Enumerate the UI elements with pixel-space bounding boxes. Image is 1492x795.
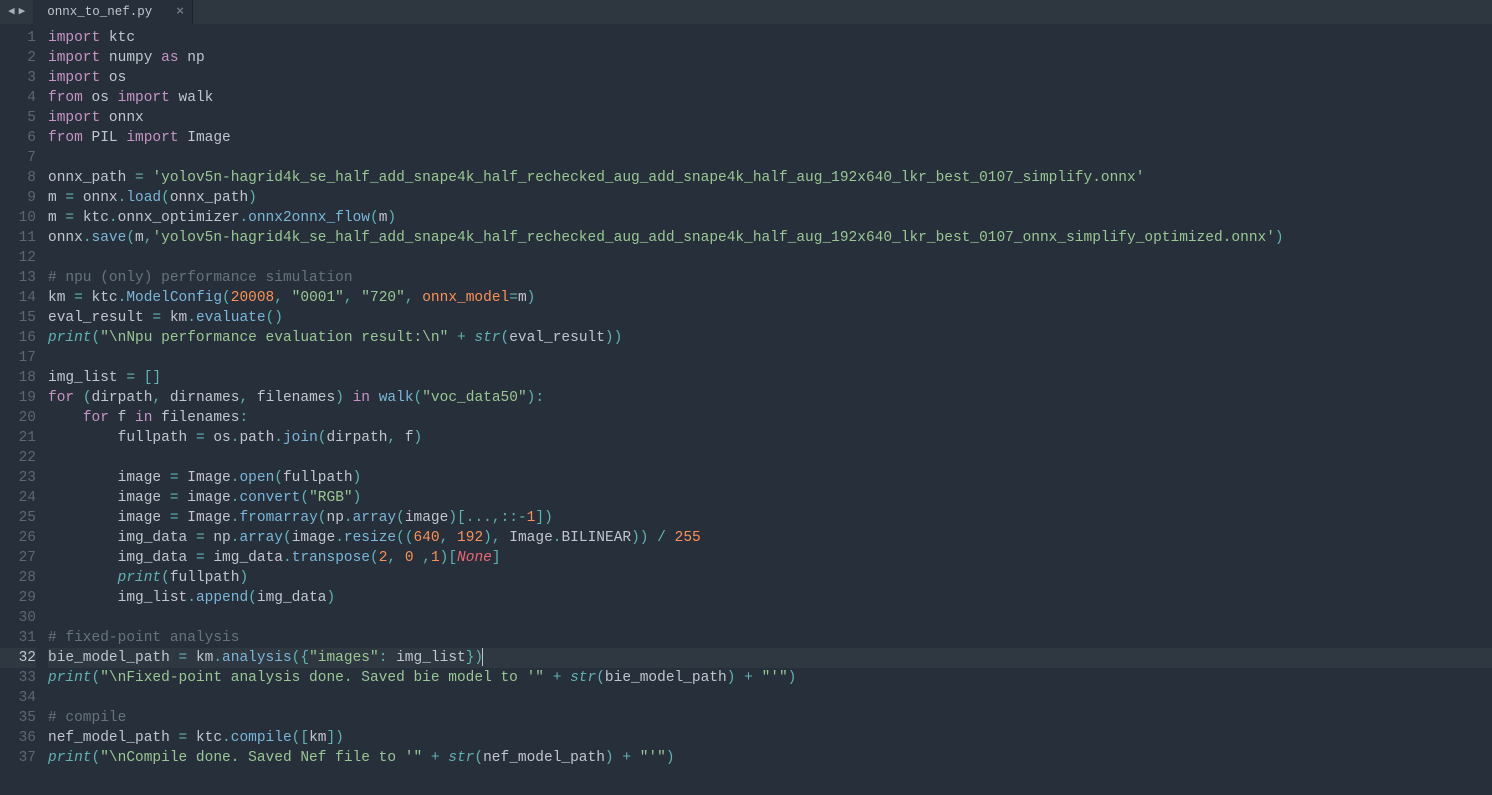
line-number: 28 xyxy=(0,568,36,588)
line-number: 30 xyxy=(0,608,36,628)
code-line[interactable]: img_list.append(img_data) xyxy=(48,588,1492,608)
code-line[interactable]: bie_model_path = km.analysis({"images": … xyxy=(48,648,1492,668)
code-line[interactable]: print("\nCompile done. Saved Nef file to… xyxy=(48,748,1492,768)
line-number: 13 xyxy=(0,268,36,288)
code-line[interactable]: for f in filenames: xyxy=(48,408,1492,428)
line-number: 1 xyxy=(0,28,36,48)
line-number: 37 xyxy=(0,748,36,768)
code-line[interactable] xyxy=(48,148,1492,168)
line-number: 34 xyxy=(0,688,36,708)
line-number: 10 xyxy=(0,208,36,228)
close-icon[interactable]: × xyxy=(176,2,184,22)
cursor xyxy=(482,648,483,666)
line-number: 6 xyxy=(0,128,36,148)
code-line[interactable]: nef_model_path = ktc.compile([km]) xyxy=(48,728,1492,748)
line-number: 31 xyxy=(0,628,36,648)
line-number: 17 xyxy=(0,348,36,368)
code-line[interactable] xyxy=(48,348,1492,368)
line-number: 11 xyxy=(0,228,36,248)
code-line[interactable]: km = ktc.ModelConfig(20008, "0001", "720… xyxy=(48,288,1492,308)
code-line[interactable] xyxy=(48,248,1492,268)
line-number: 35 xyxy=(0,708,36,728)
line-number: 32 xyxy=(0,648,36,668)
line-number: 18 xyxy=(0,368,36,388)
code-line[interactable]: img_data = img_data.transpose(2, 0 ,1)[N… xyxy=(48,548,1492,568)
line-number: 33 xyxy=(0,668,36,688)
code-line[interactable]: from PIL import Image xyxy=(48,128,1492,148)
line-number: 19 xyxy=(0,388,36,408)
code-line[interactable]: onnx_path = 'yolov5n-hagrid4k_se_half_ad… xyxy=(48,168,1492,188)
code-line[interactable]: print("\nNpu performance evaluation resu… xyxy=(48,328,1492,348)
gutter: 1234567891011121314151617181920212223242… xyxy=(0,24,48,795)
code-line[interactable]: m = ktc.onnx_optimizer.onnx2onnx_flow(m) xyxy=(48,208,1492,228)
line-number: 21 xyxy=(0,428,36,448)
code-line[interactable]: import os xyxy=(48,68,1492,88)
line-number: 29 xyxy=(0,588,36,608)
code-line[interactable]: img_list = [] xyxy=(48,368,1492,388)
line-number: 27 xyxy=(0,548,36,568)
code-line[interactable]: fullpath = os.path.join(dirpath, f) xyxy=(48,428,1492,448)
nav-forward-icon[interactable]: ▶ xyxy=(17,2,28,22)
code-line[interactable]: for (dirpath, dirnames, filenames) in wa… xyxy=(48,388,1492,408)
nav-back-icon[interactable]: ◀ xyxy=(6,2,17,22)
line-number: 25 xyxy=(0,508,36,528)
code-line[interactable]: import numpy as np xyxy=(48,48,1492,68)
line-number: 36 xyxy=(0,728,36,748)
code-line[interactable]: image = Image.open(fullpath) xyxy=(48,468,1492,488)
line-number: 24 xyxy=(0,488,36,508)
line-number: 14 xyxy=(0,288,36,308)
line-number: 20 xyxy=(0,408,36,428)
line-number: 4 xyxy=(0,88,36,108)
titlebar: ◀ ▶ onnx_to_nef.py × xyxy=(0,0,1492,24)
line-number: 26 xyxy=(0,528,36,548)
code-line[interactable]: m = onnx.load(onnx_path) xyxy=(48,188,1492,208)
line-number: 5 xyxy=(0,108,36,128)
code-line[interactable]: image = Image.fromarray(np.array(image)[… xyxy=(48,508,1492,528)
line-number: 8 xyxy=(0,168,36,188)
line-number: 16 xyxy=(0,328,36,348)
code-line[interactable]: onnx.save(m,'yolov5n-hagrid4k_se_half_ad… xyxy=(48,228,1492,248)
line-number: 7 xyxy=(0,148,36,168)
line-number: 2 xyxy=(0,48,36,68)
code-line[interactable]: # fixed-point analysis xyxy=(48,628,1492,648)
line-number: 3 xyxy=(0,68,36,88)
code-line[interactable]: from os import walk xyxy=(48,88,1492,108)
code-line[interactable]: eval_result = km.evaluate() xyxy=(48,308,1492,328)
code-line[interactable]: print("\nFixed-point analysis done. Save… xyxy=(48,668,1492,688)
code-line[interactable] xyxy=(48,448,1492,468)
code-area[interactable]: import ktcimport numpy as npimport osfro… xyxy=(48,24,1492,795)
line-number: 23 xyxy=(0,468,36,488)
line-number: 15 xyxy=(0,308,36,328)
code-line[interactable]: img_data = np.array(image.resize((640, 1… xyxy=(48,528,1492,548)
code-line[interactable]: import onnx xyxy=(48,108,1492,128)
editor[interactable]: 1234567891011121314151617181920212223242… xyxy=(0,24,1492,795)
line-number: 9 xyxy=(0,188,36,208)
code-line[interactable]: print(fullpath) xyxy=(48,568,1492,588)
tab-filename: onnx_to_nef.py xyxy=(47,2,152,22)
line-number: 12 xyxy=(0,248,36,268)
tab-active[interactable]: onnx_to_nef.py × xyxy=(33,0,193,24)
nav-arrows: ◀ ▶ xyxy=(0,2,33,22)
code-line[interactable] xyxy=(48,608,1492,628)
code-line[interactable]: # npu (only) performance simulation xyxy=(48,268,1492,288)
code-line[interactable] xyxy=(48,688,1492,708)
code-line[interactable]: # compile xyxy=(48,708,1492,728)
code-line[interactable]: import ktc xyxy=(48,28,1492,48)
line-number: 22 xyxy=(0,448,36,468)
code-line[interactable]: image = image.convert("RGB") xyxy=(48,488,1492,508)
tab-strip: onnx_to_nef.py × xyxy=(33,0,193,24)
